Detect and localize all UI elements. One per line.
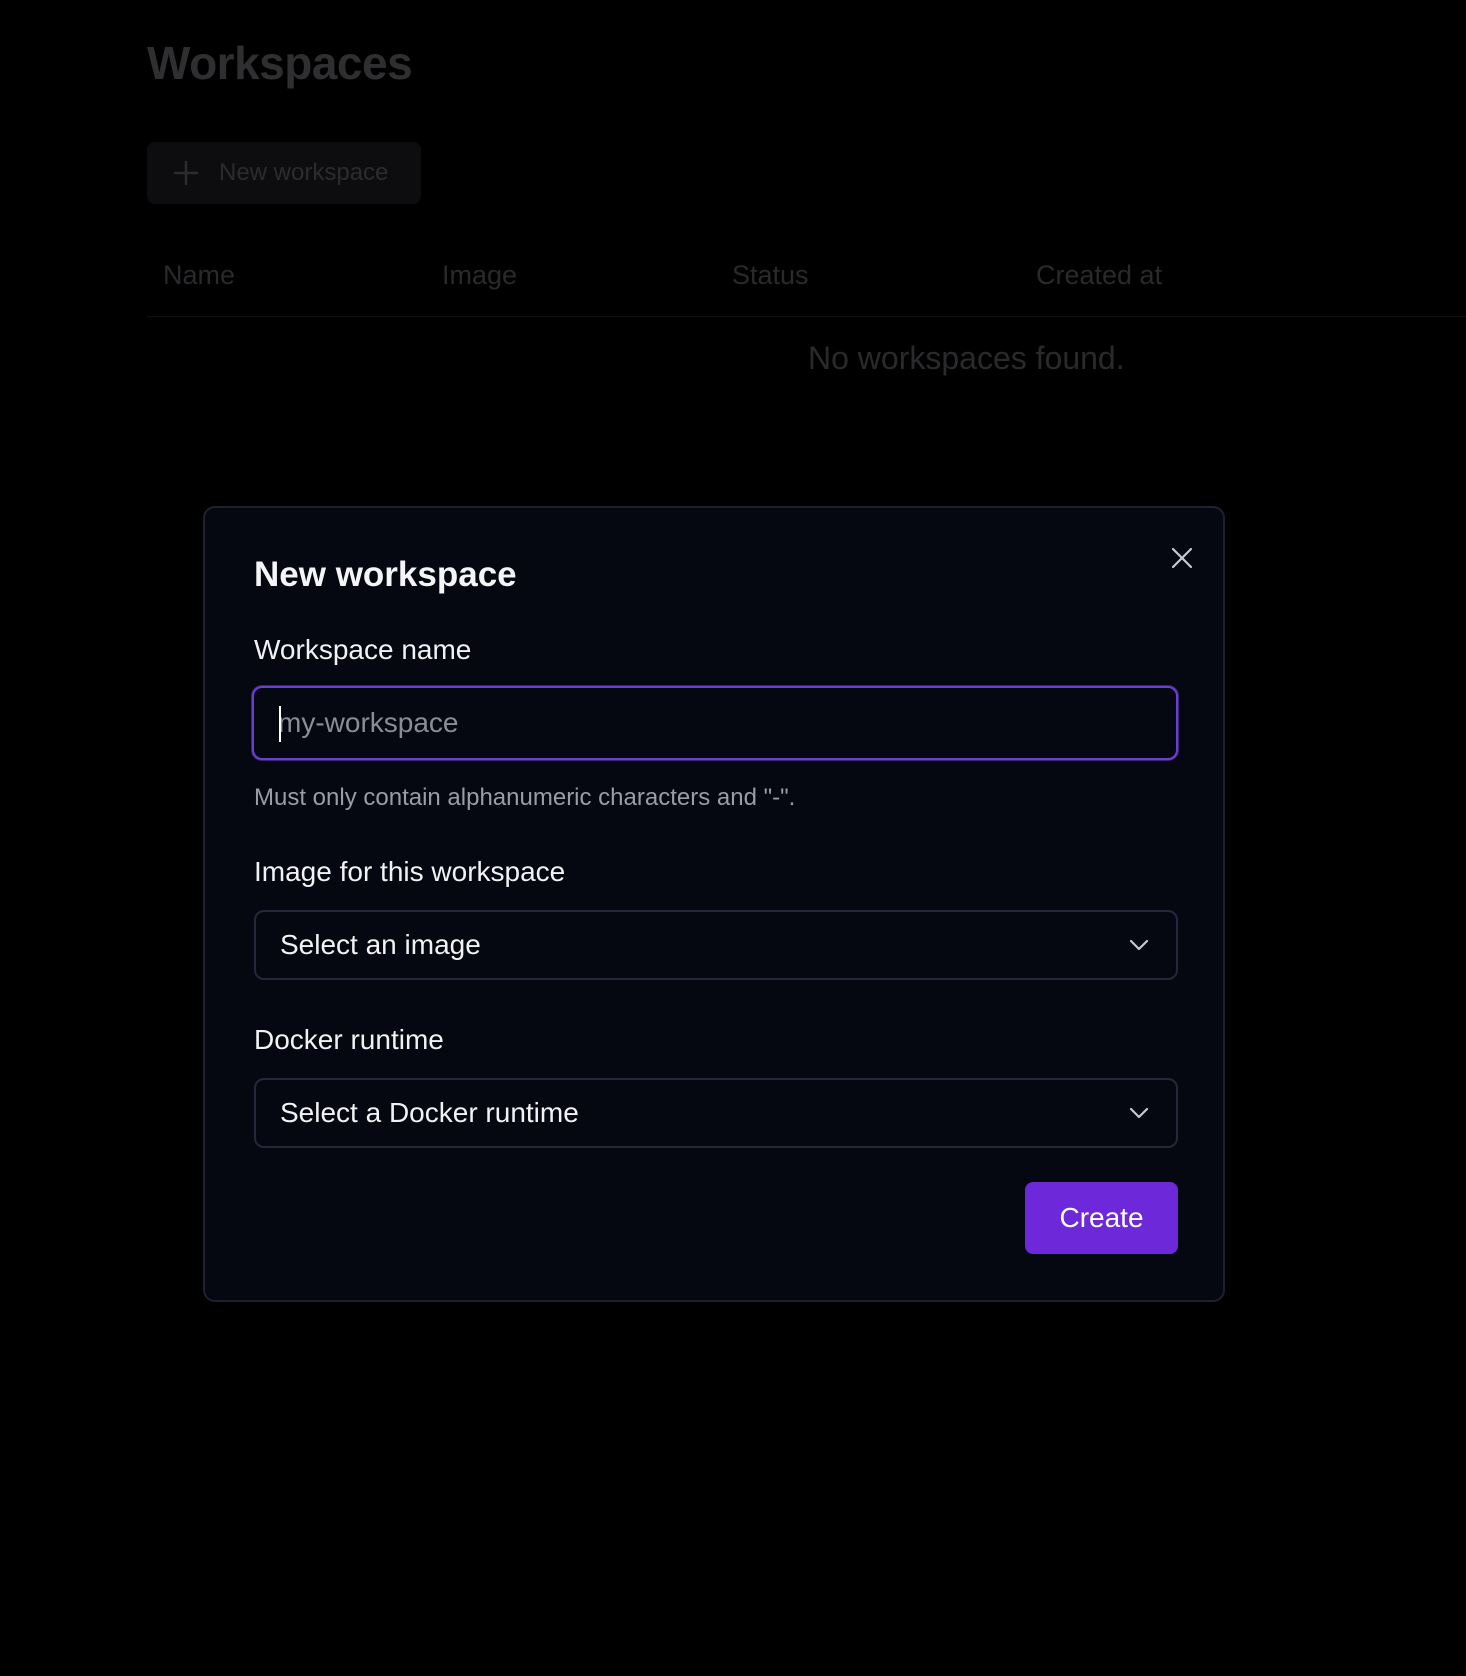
docker-runtime-select-value: Select a Docker runtime — [280, 1097, 579, 1128]
workspace-name-input[interactable] — [252, 686, 1178, 760]
column-header-image[interactable]: Image — [442, 260, 517, 291]
close-icon — [1171, 547, 1193, 569]
docker-runtime-select[interactable]: Select a Docker runtime — [254, 1078, 1178, 1148]
plus-icon — [173, 160, 199, 186]
close-button[interactable] — [1162, 538, 1202, 578]
new-workspace-dialog: New workspace Workspace name Must only c… — [203, 506, 1225, 1302]
new-workspace-button[interactable]: New workspace — [147, 142, 421, 204]
chevron-down-icon — [1129, 939, 1149, 951]
column-header-status[interactable]: Status — [732, 260, 809, 291]
workspace-name-hint: Must only contain alphanumeric character… — [254, 784, 796, 811]
new-workspace-button-label: New workspace — [219, 159, 389, 186]
empty-state-message: No workspaces found. — [808, 340, 1125, 376]
column-header-created-at[interactable]: Created at — [1036, 260, 1162, 291]
text-cursor — [279, 706, 281, 742]
image-label: Image for this workspace — [254, 856, 566, 887]
chevron-down-icon — [1129, 1107, 1149, 1119]
workspace-name-label: Workspace name — [254, 634, 472, 665]
table-header: Name Image Status Created at — [147, 250, 1466, 317]
column-header-name[interactable]: Name — [163, 260, 235, 291]
docker-runtime-label: Docker runtime — [254, 1024, 444, 1055]
create-button[interactable]: Create — [1025, 1182, 1178, 1254]
dialog-title: New workspace — [254, 555, 517, 594]
image-select-value: Select an image — [280, 929, 481, 960]
page-title: Workspaces — [147, 37, 413, 89]
page: Workspaces New workspace Name Image Stat… — [0, 0, 1466, 1676]
image-select[interactable]: Select an image — [254, 910, 1178, 980]
